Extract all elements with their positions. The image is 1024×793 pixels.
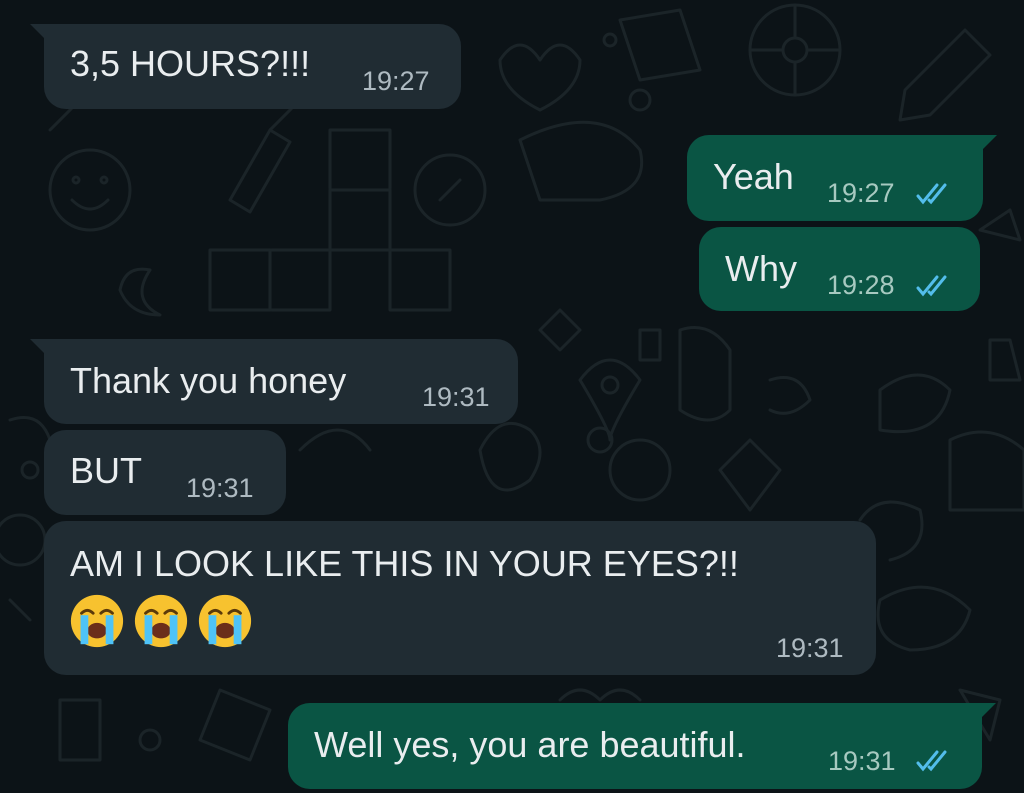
message-text: Yeah (713, 156, 794, 197)
message-timestamp: 19:31 (776, 633, 844, 663)
loudly-crying-face-icon (134, 594, 188, 648)
message-text: 3,5 HOURS?!!! (70, 43, 311, 84)
message-timestamp: 19:31 (422, 382, 490, 412)
message-timestamp: 19:27 (362, 66, 430, 96)
bubble-tail (30, 24, 46, 40)
message-timestamp: 19:28 (827, 270, 895, 300)
message-bubble-outgoing[interactable]: Yeah 19:27 (687, 135, 997, 221)
message-text: AM I LOOK LIKE THIS IN YOUR EYES?!! (70, 543, 739, 584)
message-timestamp: 19:31 (186, 473, 254, 503)
loudly-crying-face-icon (70, 594, 124, 648)
bubble-tail (981, 135, 997, 151)
message-bubble-incoming[interactable]: BUT 19:31 (44, 430, 286, 515)
message-text: Thank you honey (70, 360, 347, 401)
message-timestamp: 19:31 (828, 746, 896, 776)
bubble-tail (30, 339, 46, 355)
bubble-tail (980, 703, 996, 719)
emoji-row (68, 592, 254, 650)
message-text: Well yes, you are beautiful. (314, 724, 746, 765)
message-bubble-incoming[interactable]: Thank you honey 19:31 (30, 339, 518, 424)
read-receipt-icon (916, 183, 947, 205)
read-receipt-icon (916, 750, 947, 772)
read-receipt-icon (916, 275, 947, 297)
message-bubble-incoming[interactable]: AM I LOOK LIKE THIS IN YOUR EYES?!! 19:3… (44, 521, 876, 675)
loudly-crying-face-icon (198, 594, 252, 648)
message-bubble-incoming[interactable]: 3,5 HOURS?!!! 19:27 (30, 24, 461, 109)
message-text: Why (725, 248, 797, 289)
message-bubble-outgoing[interactable]: Well yes, you are beautiful. 19:31 (288, 703, 996, 789)
message-text: BUT (70, 450, 142, 491)
message-bubble-outgoing[interactable]: Why 19:28 (699, 227, 980, 311)
message-timestamp: 19:27 (827, 178, 895, 208)
